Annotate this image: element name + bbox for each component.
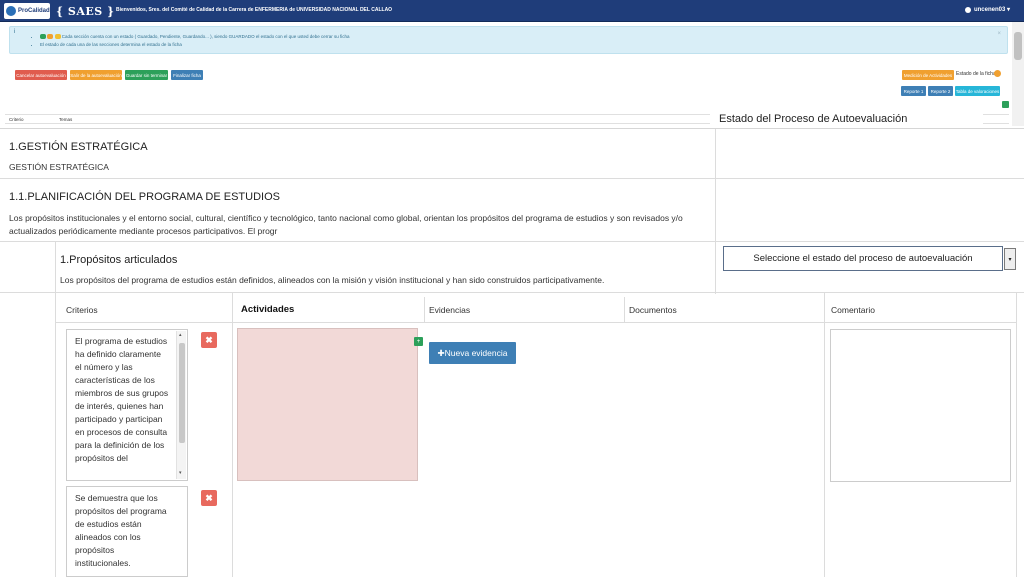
valuation-table-button[interactable]: Tabla de valoraciones <box>955 86 1000 96</box>
user-menu[interactable]: uncenen03 ▾ <box>964 6 1010 13</box>
procalidad-logo: ProCalidad <box>4 3 50 19</box>
report-1-button[interactable]: Reporte 1 <box>901 86 926 96</box>
new-evidence-button[interactable]: ✚Nueva evidencia <box>429 342 516 364</box>
close-icon[interactable]: × <box>997 31 1001 37</box>
delete-criterion-button[interactable]: ✖ <box>201 332 217 348</box>
standard-description: Los propósitos del programa de estudios … <box>60 275 605 285</box>
divider <box>0 292 1024 293</box>
factor-description: Los propósitos institucionales y el ento… <box>9 213 683 236</box>
topics-column-header: Temas <box>59 117 73 122</box>
divider <box>1016 292 1017 577</box>
report-2-button[interactable]: Reporte 2 <box>928 86 953 96</box>
status-indicator-icon <box>1002 101 1009 108</box>
section-title: 1.GESTIÓN ESTRATÉGICA <box>9 141 148 153</box>
logo-text: ProCalidad <box>18 8 50 14</box>
criterion-textarea[interactable]: El programa de estudios ha definido clar… <box>66 329 188 481</box>
saving-badge-icon <box>54 34 61 40</box>
section-subtitle: GESTIÓN ESTRATÉGICA <box>9 162 109 172</box>
pending-badge-icon <box>47 34 54 40</box>
user-icon <box>964 6 971 13</box>
activity-textarea[interactable] <box>237 328 418 481</box>
divider <box>232 292 233 577</box>
activities-column-title: Actividades <box>241 304 295 315</box>
divider <box>424 297 425 323</box>
brand[interactable]: ProCalidad { SAES } <box>4 2 115 20</box>
divider <box>55 322 1016 323</box>
info-alert: i Cada sección cuenta con un estado ( Gu… <box>9 26 1008 54</box>
standard-title: 1.Propósitos articulados <box>60 254 178 266</box>
page-scrollbar[interactable] <box>1012 22 1024 126</box>
top-navbar: ProCalidad { SAES } Bienvenidos, Sres. d… <box>0 0 1024 22</box>
welcome-text: Bienvenidos, Sres. del Comité de Calidad… <box>116 7 393 13</box>
factor-title: 1.1.PLANIFICACIÓN DEL PROGRAMA DE ESTUDI… <box>9 191 280 203</box>
alert-line-2: El estado de cada una de las secciones d… <box>40 41 349 49</box>
save-draft-button[interactable]: Guardar sin terminar <box>125 70 168 80</box>
delete-criterion-button[interactable]: ✖ <box>201 490 217 506</box>
finish-form-button[interactable]: Finalizar ficha <box>171 70 203 80</box>
comment-textarea[interactable] <box>830 329 1011 482</box>
scroll-up-icon[interactable]: ▴ <box>179 332 182 338</box>
divider <box>715 129 716 294</box>
textarea-scrollbar[interactable]: ▴ ▾ <box>176 331 186 479</box>
saved-badge-icon <box>40 34 46 40</box>
evaluation-status-select[interactable]: Seleccione el estado del proceso de auto… <box>723 246 1003 271</box>
process-status-title: Estado del Proceso de Autoevaluación <box>710 111 983 129</box>
divider <box>0 241 1024 242</box>
scroll-down-icon[interactable]: ▾ <box>179 470 182 476</box>
alert-line-1: Cada sección cuenta con un estado ( Guar… <box>40 33 349 41</box>
divider <box>55 292 56 577</box>
exit-evaluation-button[interactable]: Salir de la autoevaluación <box>70 70 122 80</box>
divider <box>824 292 825 577</box>
documents-column-title: Documentos <box>629 305 677 315</box>
criteria-column-header: Criterio <box>9 117 24 122</box>
app-name: { SAES } <box>56 4 115 18</box>
divider <box>0 178 1024 179</box>
comment-column-title: Comentario <box>831 305 875 315</box>
textarea-scroll-thumb[interactable] <box>179 343 185 443</box>
alert-text-1: Cada sección cuenta con un estado ( Guar… <box>61 34 350 39</box>
evidence-column-title: Evidencias <box>429 305 471 315</box>
criteria-column-title: Criterios <box>66 305 98 315</box>
user-name: uncenen03 ▾ <box>973 7 1010 13</box>
chevron-down-icon[interactable]: ▾ <box>1004 248 1016 270</box>
scrollbar-thumb[interactable] <box>1014 32 1022 60</box>
add-activity-icon[interactable]: + <box>414 337 423 346</box>
form-status-badge <box>994 70 1001 77</box>
evaluation-form: 1.GESTIÓN ESTRATÉGICA GESTIÓN ESTRATÉGIC… <box>0 128 1024 577</box>
criterion-textarea[interactable]: Se demuestra que los propósitos del prog… <box>66 486 188 577</box>
form-status-label: Estado de la ficha: <box>956 71 998 77</box>
info-icon: i <box>14 29 16 35</box>
divider <box>624 297 625 323</box>
activities-measurement-button[interactable]: Medición de Actividades <box>902 70 954 80</box>
cancel-evaluation-button[interactable]: Cancelar autoevaluación <box>15 70 67 80</box>
logo-swirl-icon <box>6 6 16 16</box>
divider <box>55 241 56 292</box>
